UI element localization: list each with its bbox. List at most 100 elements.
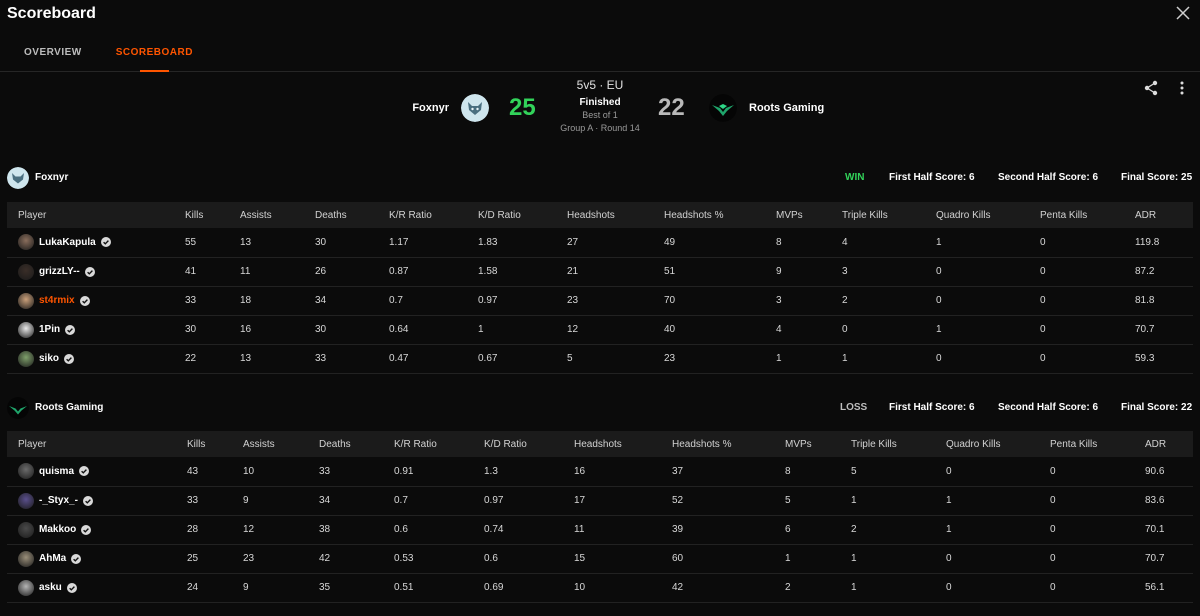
stat-cell: 12 (556, 315, 653, 345)
avatar[interactable] (18, 321, 34, 338)
stat-cell: 16 (563, 457, 661, 487)
column-header[interactable]: Headshots % (653, 202, 765, 228)
column-header[interactable]: Quadro Kills (925, 202, 1029, 228)
column-header[interactable]: MVPs (765, 202, 831, 228)
stat-cell: 13 (229, 344, 304, 374)
stat-cell: 1 (774, 544, 840, 574)
stat-cell: 0.51 (383, 573, 473, 603)
column-header[interactable]: ADR (1124, 202, 1193, 228)
stat-cell: 0.97 (467, 286, 556, 316)
stat-cell: 59.3 (1124, 344, 1193, 374)
column-header[interactable]: K/D Ratio (473, 431, 563, 457)
stat-cell: 2 (831, 286, 925, 316)
column-header[interactable]: Quadro Kills (935, 431, 1039, 457)
avatar[interactable] (18, 492, 34, 509)
stat-cell: 6 (774, 515, 840, 545)
column-header[interactable]: Headshots (556, 202, 653, 228)
tab-bar: OVERVIEW SCOREBOARD (24, 47, 193, 72)
column-header[interactable]: K/R Ratio (378, 202, 467, 228)
team1-name: Foxnyr (412, 102, 449, 114)
player-info: asku (18, 579, 176, 596)
player-name-link[interactable]: -_Styx_- (39, 495, 78, 506)
stat-cell: 10 (563, 573, 661, 603)
stat-cell: 0 (925, 344, 1029, 374)
stat-cell: 8 (774, 457, 840, 487)
column-header[interactable]: Assists (232, 431, 308, 457)
avatar[interactable] (18, 292, 34, 309)
column-header[interactable]: K/R Ratio (383, 431, 473, 457)
tab-overview[interactable]: OVERVIEW (24, 47, 82, 72)
avatar[interactable] (18, 263, 34, 280)
player-name-link[interactable]: st4rmix (39, 295, 75, 306)
stat-cell: 1 (925, 315, 1029, 345)
stat-cell: 0 (1039, 544, 1134, 574)
player-cell: st4rmix (7, 286, 174, 316)
stat-cell: 56.1 (1134, 573, 1193, 603)
column-header[interactable]: Player (7, 431, 176, 457)
column-header[interactable]: K/D Ratio (467, 202, 556, 228)
player-cell: quisma (7, 457, 176, 487)
column-header[interactable]: Deaths (304, 202, 378, 228)
column-header[interactable]: Headshots (563, 431, 661, 457)
team1-rows: LukaKapula 55 13 30 1.17 1.83 27 49 8 4 1 0 119.8 gri… (7, 228, 1193, 374)
stat-cell: 40 (653, 315, 765, 345)
player-info: st4rmix (18, 292, 174, 309)
avatar[interactable] (18, 463, 34, 480)
player-name-link[interactable]: AhMa (39, 553, 66, 564)
verified-icon (100, 237, 111, 248)
column-header[interactable]: Triple Kills (831, 202, 925, 228)
avatar[interactable] (18, 350, 34, 367)
stat-cell: 0 (1029, 315, 1124, 345)
player-name-link[interactable]: grizzLY-- (39, 266, 80, 277)
share-icon[interactable] (1143, 80, 1159, 96)
avatar[interactable] (18, 579, 34, 596)
column-header[interactable]: Kills (176, 431, 232, 457)
player-info: siko (18, 350, 174, 367)
stat-cell: 0 (935, 573, 1039, 603)
stat-cell: 51 (653, 257, 765, 287)
column-header[interactable]: Player (7, 202, 174, 228)
more-vertical-icon[interactable] (1178, 80, 1186, 96)
table-row: Makkoo 28 12 38 0.6 0.74 11 39 6 2 1 0 70.1 (7, 515, 1193, 545)
team2-stats-table: Player Kills Assists Deaths K/R Ratio K/… (7, 431, 1193, 603)
stat-cell: 70.7 (1124, 315, 1193, 345)
table-row: st4rmix 33 18 34 0.7 0.97 23 70 3 2 0 0 81.8 (7, 286, 1193, 316)
tab-scoreboard[interactable]: SCOREBOARD (116, 47, 193, 72)
avatar[interactable] (18, 234, 34, 251)
stat-cell: 2 (840, 515, 935, 545)
stat-cell: 90.6 (1134, 457, 1193, 487)
avatar[interactable] (18, 550, 34, 567)
stat-cell: 13 (229, 228, 304, 258)
stat-cell: 33 (174, 286, 229, 316)
stat-cell: 70.1 (1134, 515, 1193, 545)
column-header[interactable]: Penta Kills (1039, 431, 1134, 457)
column-header[interactable]: Triple Kills (840, 431, 935, 457)
stat-cell: 0 (925, 257, 1029, 287)
stat-cell: 23 (653, 344, 765, 374)
stat-cell: 1 (935, 515, 1039, 545)
stat-cell: 11 (229, 257, 304, 287)
stat-cell: 1 (925, 228, 1029, 258)
player-name-link[interactable]: 1Pin (39, 324, 60, 335)
player-name-link[interactable]: LukaKapula (39, 237, 96, 248)
table-row: LukaKapula 55 13 30 1.17 1.83 27 49 8 4 1 0 119.8 (7, 228, 1193, 258)
column-header[interactable]: Kills (174, 202, 229, 228)
player-name-link[interactable]: siko (39, 353, 59, 364)
stat-cell: 1 (831, 344, 925, 374)
player-name-link[interactable]: quisma (39, 466, 74, 477)
player-cell: -_Styx_- (7, 486, 176, 516)
player-cell: asku (7, 573, 176, 603)
close-icon[interactable] (1176, 6, 1190, 20)
column-header[interactable]: ADR (1134, 431, 1193, 457)
player-name-link[interactable]: Makkoo (39, 524, 76, 535)
column-header[interactable]: Deaths (308, 431, 383, 457)
avatar[interactable] (18, 521, 34, 538)
stat-cell: 0 (1029, 286, 1124, 316)
stat-cell: 0 (1039, 486, 1134, 516)
column-header[interactable]: MVPs (774, 431, 840, 457)
stat-cell: 39 (661, 515, 774, 545)
column-header[interactable]: Assists (229, 202, 304, 228)
player-name-link[interactable]: asku (39, 582, 62, 593)
column-header[interactable]: Headshots % (661, 431, 774, 457)
column-header[interactable]: Penta Kills (1029, 202, 1124, 228)
